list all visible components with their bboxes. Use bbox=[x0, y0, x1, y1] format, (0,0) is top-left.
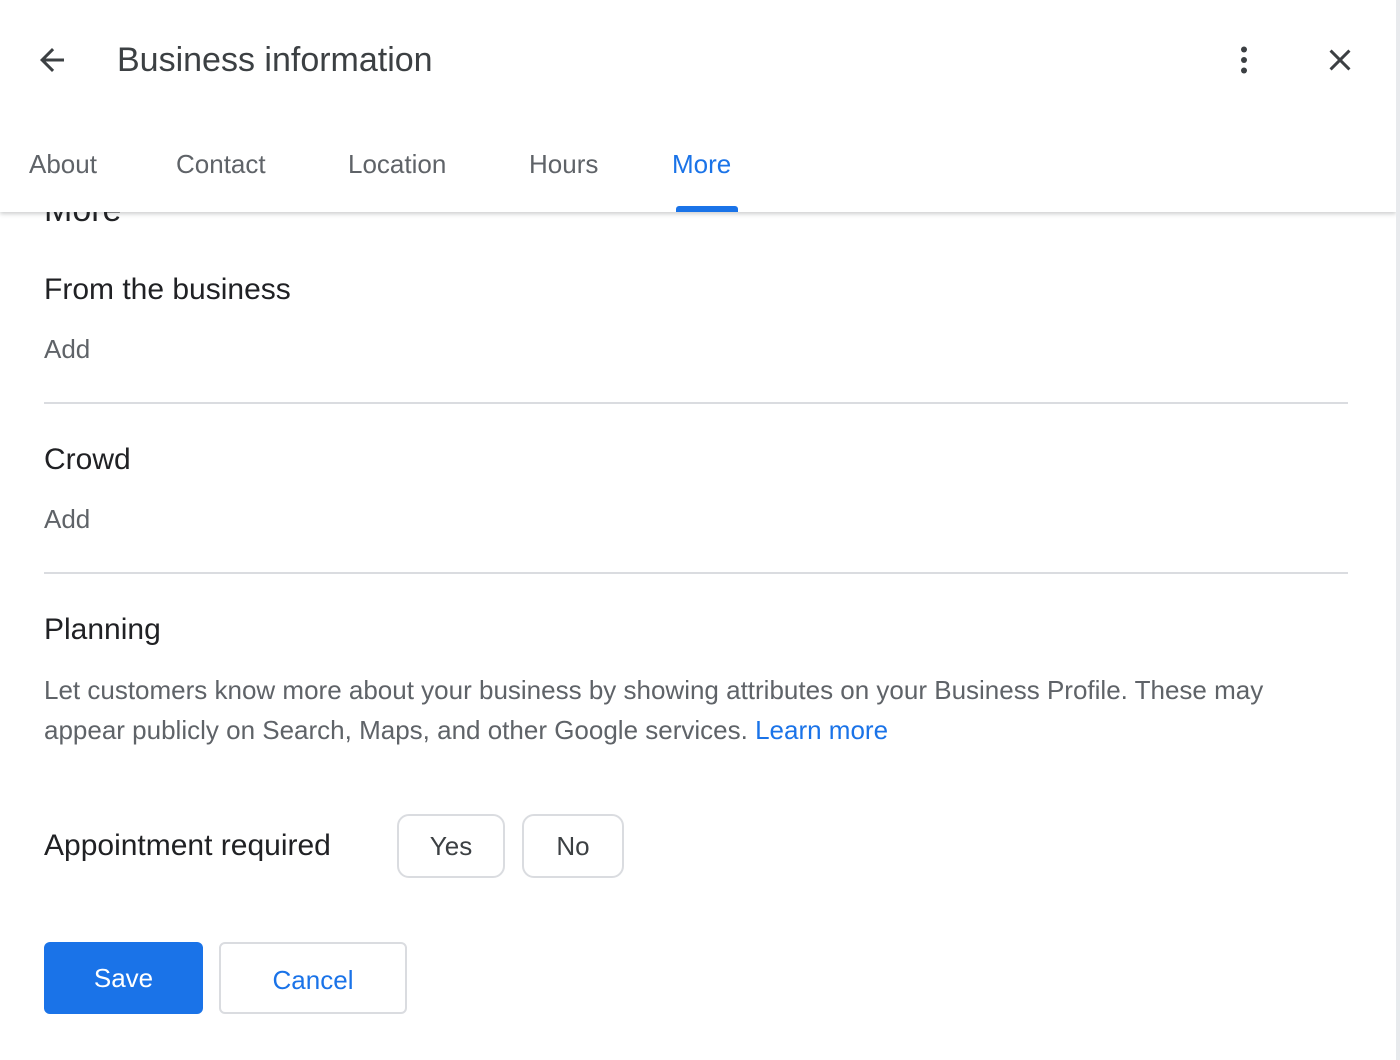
more-vert-icon bbox=[1241, 46, 1247, 74]
appointment-no-chip[interactable]: No bbox=[522, 814, 624, 878]
tab-location[interactable]: Location bbox=[348, 140, 446, 212]
from-business-title: From the business bbox=[44, 273, 291, 306]
close-icon bbox=[1329, 49, 1351, 71]
tab-hours[interactable]: Hours bbox=[529, 140, 598, 212]
crowd-title: Crowd bbox=[44, 443, 131, 476]
appointment-yes-chip[interactable]: Yes bbox=[397, 814, 505, 878]
learn-more-link[interactable]: Learn more bbox=[755, 715, 888, 745]
active-tab-indicator bbox=[676, 206, 738, 212]
planning-title: Planning bbox=[44, 613, 161, 646]
divider bbox=[44, 572, 1348, 574]
arrow-back-icon bbox=[40, 48, 64, 72]
divider bbox=[44, 402, 1348, 404]
more-options-button[interactable] bbox=[1220, 36, 1268, 84]
dialog-header: Business information About Contact Locat… bbox=[0, 0, 1396, 212]
dialog-title: Business information bbox=[117, 41, 433, 79]
save-button[interactable]: Save bbox=[44, 942, 203, 1014]
close-button[interactable] bbox=[1316, 36, 1364, 84]
tab-about[interactable]: About bbox=[29, 140, 97, 212]
cancel-button[interactable]: Cancel bbox=[219, 942, 407, 1014]
planning-description: Let customers know more about your busin… bbox=[44, 670, 1348, 750]
window-edge bbox=[1396, 0, 1400, 1060]
business-info-dialog: More From the business Add Crowd Add Pla… bbox=[0, 0, 1396, 1060]
crowd-add-link[interactable]: Add bbox=[44, 501, 90, 537]
appointment-required-label: Appointment required bbox=[44, 829, 331, 862]
tab-more[interactable]: More bbox=[672, 140, 731, 212]
tab-contact[interactable]: Contact bbox=[176, 140, 266, 212]
back-button[interactable] bbox=[28, 36, 76, 84]
planning-description-text: Let customers know more about your busin… bbox=[44, 675, 1264, 745]
from-business-add-link[interactable]: Add bbox=[44, 331, 90, 367]
